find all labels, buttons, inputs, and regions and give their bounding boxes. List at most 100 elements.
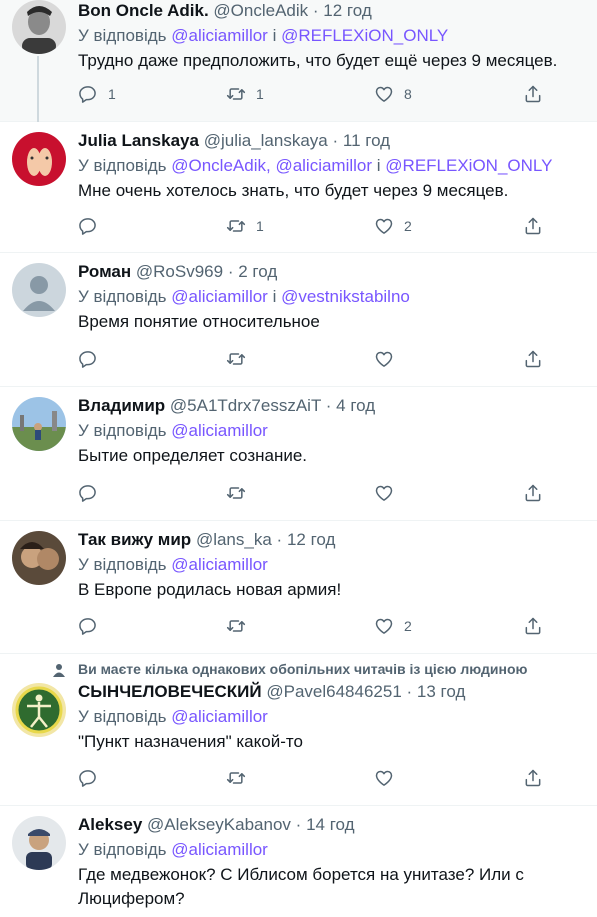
author-name[interactable]: Aleksey: [78, 815, 142, 834]
reply-icon: [78, 616, 98, 636]
mention-link[interactable]: @aliciamillor: [275, 156, 372, 175]
author-handle[interactable]: @julia_lanskaya: [204, 131, 328, 150]
like-button[interactable]: 2: [374, 616, 412, 636]
share-button[interactable]: [523, 84, 543, 104]
like-button[interactable]: [374, 483, 394, 503]
share-button[interactable]: [523, 768, 543, 788]
like-icon: [374, 616, 394, 636]
reply-context: У відповідь @aliciamillor: [78, 555, 268, 574]
retweet-count: 1: [256, 86, 264, 102]
tweet-aleksey[interactable]: Aleksey @AlekseyKabanov · 14 год У відпо…: [0, 806, 597, 917]
author-name[interactable]: Julia Lanskaya: [78, 131, 199, 150]
author-name[interactable]: Роман: [78, 262, 131, 281]
tweet-text: Мне очень хотелось знать, что будет чере…: [78, 181, 509, 200]
avatar[interactable]: [12, 683, 66, 737]
mention-link[interactable]: @OncleAdik,: [171, 156, 270, 175]
like-count: 8: [404, 86, 412, 102]
retweet-count: 1: [256, 218, 264, 234]
reply-button[interactable]: [78, 483, 98, 503]
reply-button[interactable]: [78, 349, 98, 369]
like-button[interactable]: 8: [374, 84, 412, 104]
reply-button[interactable]: [78, 768, 98, 788]
retweet-button[interactable]: [226, 349, 246, 369]
timestamp[interactable]: 11 год: [343, 131, 390, 150]
share-button[interactable]: [523, 216, 543, 236]
mention-link[interactable]: @aliciamillor: [171, 555, 268, 574]
author-handle[interactable]: @RoSv969: [136, 262, 223, 281]
author-name[interactable]: СЫНЧЕЛОВЕЧЕСКИЙ: [78, 682, 262, 701]
like-icon: [374, 84, 394, 104]
timestamp[interactable]: 4 год: [336, 396, 375, 415]
reply-button[interactable]: 1: [78, 84, 116, 104]
author-name[interactable]: Так вижу мир: [78, 530, 191, 549]
mention-link[interactable]: @aliciamillor: [171, 840, 268, 859]
like-count: 2: [404, 618, 412, 634]
reply-context: У відповідь @aliciamillor: [78, 840, 268, 859]
share-icon: [523, 616, 543, 636]
reply-icon: [78, 84, 98, 104]
reply-button[interactable]: [78, 616, 98, 636]
tweet-roman[interactable]: Роман @RoSv969 · 2 год У відповідь @alic…: [0, 253, 597, 387]
share-icon: [523, 768, 543, 788]
avatar[interactable]: [12, 816, 66, 870]
reply-context: У відповідь @aliciamillor і @vestnikstab…: [78, 287, 410, 306]
like-icon: [374, 216, 394, 236]
tweet-synchelovecheskiy[interactable]: Ви маєте кілька однакових обопільних чит…: [0, 654, 597, 806]
like-button[interactable]: 2: [374, 216, 412, 236]
mention-link[interactable]: @aliciamillor: [171, 26, 268, 45]
author-name[interactable]: Bon Oncle Adik.: [78, 1, 209, 20]
reply-context: У відповідь @aliciamillor і @REFLEXiON_O…: [78, 26, 449, 45]
avatar[interactable]: [12, 0, 66, 54]
timestamp[interactable]: 12 год: [323, 1, 371, 20]
share-icon: [523, 349, 543, 369]
like-button[interactable]: [374, 349, 394, 369]
timestamp[interactable]: 14 год: [306, 815, 354, 834]
reply-context: У відповідь @aliciamillor: [78, 707, 268, 726]
retweet-button[interactable]: [226, 768, 246, 788]
avatar[interactable]: [12, 531, 66, 585]
tweet-text: Бытие определяет сознание.: [78, 446, 308, 465]
author-handle[interactable]: @Pavel64846251: [266, 682, 401, 701]
mention-link[interactable]: @aliciamillor: [171, 707, 268, 726]
share-button[interactable]: [523, 349, 543, 369]
reply-context: У відповідь @OncleAdik, @aliciamillor і …: [78, 156, 553, 175]
reply-button[interactable]: [78, 216, 98, 236]
mention-link[interactable]: @REFLEXiON_ONLY: [281, 26, 448, 45]
mention-link[interactable]: @aliciamillor: [171, 287, 268, 306]
avatar[interactable]: [12, 397, 66, 451]
tweet-bon-oncle-adik[interactable]: Bon Oncle Adik. @OncleAdik · 12 год У ві…: [0, 0, 597, 122]
timestamp[interactable]: 12 год: [287, 530, 335, 549]
author-handle[interactable]: @lans_ka: [196, 530, 272, 549]
tweet-tak-vizhu-mir[interactable]: Так вижу мир @lans_ka · 12 год У відпові…: [0, 521, 597, 654]
retweet-button[interactable]: [226, 483, 246, 503]
reply-context: У відповідь @aliciamillor: [78, 421, 268, 440]
tweet-vladimir[interactable]: Владимир @5A1Tdrx7esszAiT · 4 год У відп…: [0, 387, 597, 521]
tweet-julia-lanskaya[interactable]: Julia Lanskaya @julia_lanskaya · 11 год …: [0, 122, 597, 253]
mention-link[interactable]: @REFLEXiON_ONLY: [385, 156, 552, 175]
timestamp[interactable]: 2 год: [238, 262, 277, 281]
retweet-icon: [226, 616, 246, 636]
retweet-icon: [226, 216, 246, 236]
retweet-button[interactable]: 1: [226, 216, 264, 236]
like-button[interactable]: [374, 768, 394, 788]
author-handle[interactable]: @AlekseyKabanov: [147, 815, 291, 834]
share-button[interactable]: [523, 483, 543, 503]
timestamp[interactable]: 13 год: [417, 682, 465, 701]
tweet-text: Где медвежонок? С Иблисом борется на уни…: [78, 865, 524, 908]
reply-icon: [78, 216, 98, 236]
avatar[interactable]: [12, 263, 66, 317]
tweet-text: Время понятие относительное: [78, 312, 320, 331]
avatar[interactable]: [12, 132, 66, 186]
author-handle[interactable]: @5A1Tdrx7esszAiT: [170, 396, 321, 415]
tweet-text: В Европе родилась новая армия!: [78, 580, 342, 599]
tweet-text: "Пункт назначения" какой-то: [78, 732, 303, 751]
retweet-icon: [226, 84, 246, 104]
retweet-button[interactable]: 1: [226, 84, 264, 104]
author-name[interactable]: Владимир: [78, 396, 165, 415]
author-handle[interactable]: @OncleAdik: [213, 1, 308, 20]
mention-link[interactable]: @aliciamillor: [171, 421, 268, 440]
share-button[interactable]: [523, 616, 543, 636]
retweet-button[interactable]: [226, 616, 246, 636]
mention-link[interactable]: @vestnikstabilno: [281, 287, 410, 306]
mutual-followers-note: Ви маєте кілька однакових обопільних чит…: [78, 661, 528, 677]
